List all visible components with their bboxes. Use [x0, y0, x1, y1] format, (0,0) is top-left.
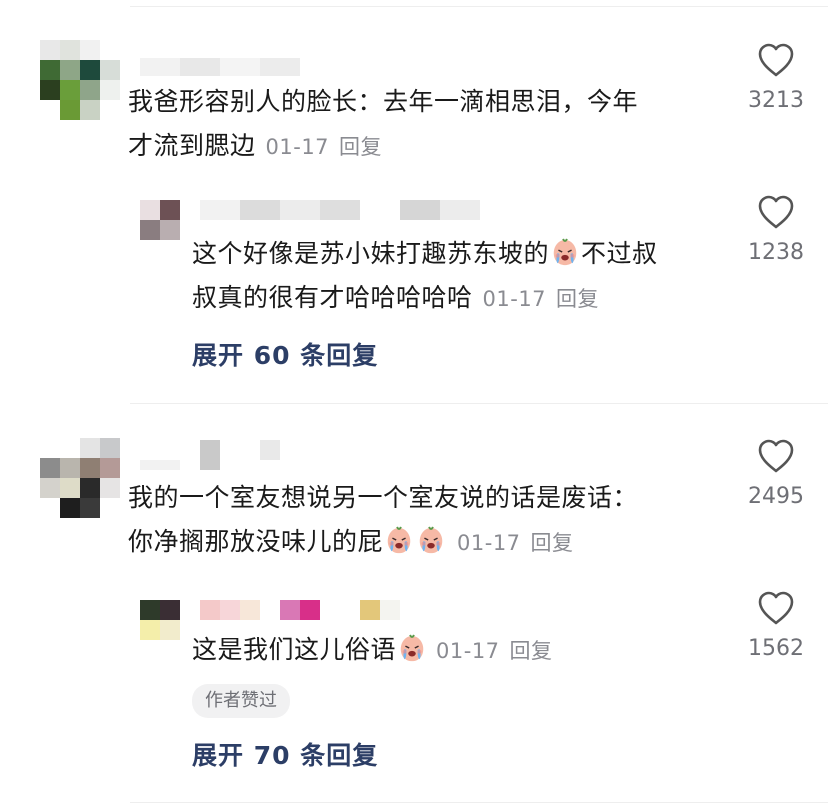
reply-button[interactable]: 回复: [339, 135, 382, 159]
heart-icon[interactable]: [756, 438, 796, 474]
avatar[interactable]: [40, 40, 120, 120]
comment-text: 我爸形容别人的脸长：去年一滴相思泪，今年 才流到腮边 01-17 回复: [128, 87, 639, 160]
like-count: 2495: [748, 484, 804, 509]
reply-button[interactable]: 回复: [531, 531, 574, 555]
reply-date: 01-17: [482, 287, 547, 311]
author-liked-badge: 作者赞过: [192, 684, 290, 718]
heart-icon[interactable]: [756, 42, 796, 78]
crying-face-icon: [384, 525, 414, 555]
heart-icon[interactable]: [756, 590, 796, 626]
like-count: 1562: [748, 636, 804, 661]
reply-date: 01-17: [436, 639, 500, 663]
expand-replies-button[interactable]: 展开 70 条回复: [192, 736, 378, 772]
like-count: 1238: [748, 240, 804, 265]
like-count: 3213: [748, 88, 804, 113]
reply-text: 这是我们这儿俗语 01-17 回复: [192, 633, 553, 664]
username-blurred[interactable]: [200, 600, 400, 620]
comment-date: 01-17: [457, 531, 521, 555]
expand-replies-button[interactable]: 展开 60 条回复: [192, 336, 378, 372]
reply-button[interactable]: 回复: [556, 287, 599, 311]
comment-date: 01-17: [265, 135, 330, 159]
reply-button[interactable]: 回复: [510, 639, 553, 663]
divider: [130, 403, 828, 404]
avatar[interactable]: [140, 200, 180, 240]
divider-top: [130, 6, 828, 7]
avatar[interactable]: [40, 438, 120, 518]
comment-text: 我的一个室友想说另一个室友说的话是废话： 你净搁那放没味儿的屁 01-17 回复: [128, 483, 639, 556]
heart-icon[interactable]: [756, 194, 796, 230]
reply-text: 这个好像是苏小妹打趣苏东坡的 不过叔 叔真的很有才哈哈哈哈哈 01-17 回复: [192, 237, 658, 312]
divider: [130, 802, 828, 803]
crying-face-icon: [397, 633, 427, 663]
username-blurred[interactable]: [140, 440, 300, 470]
crying-face-icon: [416, 525, 446, 555]
username-blurred[interactable]: [140, 58, 300, 76]
avatar[interactable]: [140, 600, 180, 640]
crying-face-icon: [550, 237, 580, 267]
username-blurred[interactable]: [200, 200, 480, 220]
